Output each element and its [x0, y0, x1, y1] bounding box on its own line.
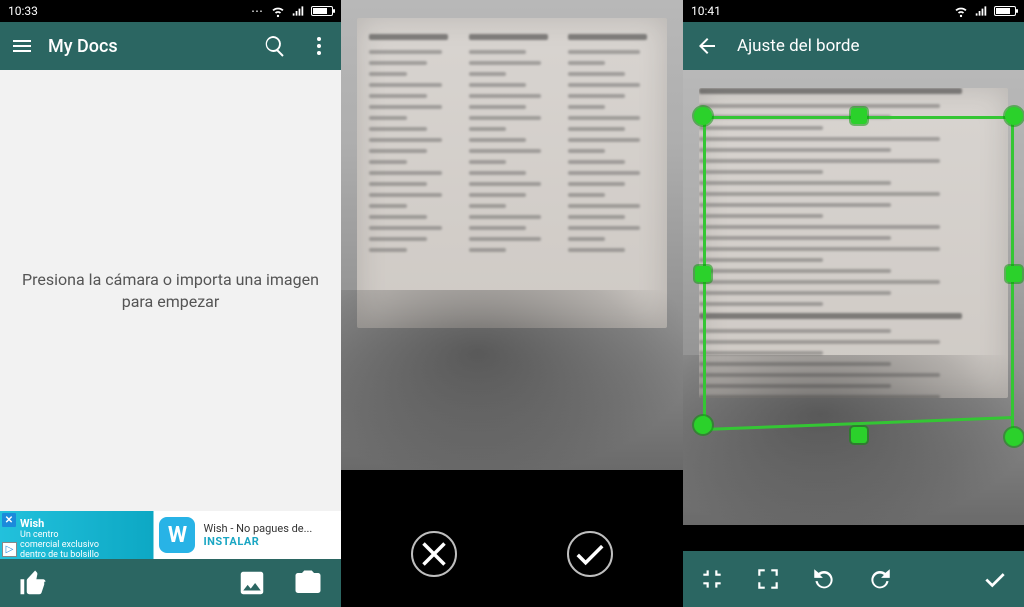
crop-handle-bottom-right[interactable] — [1005, 428, 1023, 446]
cellular-dots-icon: ⋯ — [251, 4, 265, 18]
crop-handle-bottom-left[interactable] — [694, 416, 712, 434]
crop-handle-right-mid[interactable] — [1006, 266, 1022, 282]
status-bar: 10:33 ⋯ — [0, 0, 341, 22]
exit-fullscreen-icon[interactable] — [699, 566, 725, 592]
wifi-icon — [954, 4, 968, 18]
fullscreen-icon[interactable] — [755, 566, 781, 592]
menu-icon[interactable] — [10, 34, 34, 58]
ad-banner[interactable]: ✕ ▷ Wish Un centro comercial exclusivo d… — [0, 511, 341, 559]
ad-banner-right: W Wish - No pagues de... INSTALAR — [153, 517, 341, 553]
status-time: 10:33 — [8, 4, 38, 18]
empty-state-message: Presiona la cámara o importa una imagen … — [0, 70, 341, 511]
crop-handle-left-mid[interactable] — [695, 266, 711, 282]
crop-handle-top-left[interactable] — [694, 107, 712, 125]
crop-handle-top-mid[interactable] — [851, 108, 867, 124]
thumbs-up-icon[interactable] — [18, 568, 48, 598]
status-time: 10:41 — [691, 4, 721, 18]
signal-icon — [974, 4, 988, 18]
camera-preview — [341, 0, 683, 470]
ad-choices-icon[interactable]: ▷ — [2, 542, 17, 557]
screen-camera-capture — [341, 0, 683, 607]
ad-tagline-1: Un centro — [20, 530, 149, 540]
camera-icon[interactable] — [293, 568, 323, 598]
ad-app-logo: W — [159, 517, 195, 553]
rotate-left-icon[interactable] — [811, 566, 837, 592]
battery-icon — [994, 6, 1016, 16]
appbar-title: Ajuste del borde — [737, 36, 860, 56]
crop-preview — [683, 70, 1024, 525]
ad-app-title: Wish - No pagues de... — [203, 522, 312, 535]
appbar-title: My Docs — [48, 36, 249, 57]
appbar: Ajuste del borde — [683, 22, 1024, 70]
ad-tagline-3: dentro de tu bolsillo — [20, 550, 149, 559]
ad-tagline-2: comercial exclusivo — [20, 540, 149, 550]
ad-brand: Wish — [20, 517, 149, 530]
overflow-menu-icon[interactable] — [307, 34, 331, 58]
crop-handle-top-right[interactable] — [1005, 107, 1023, 125]
wifi-icon — [271, 4, 285, 18]
crop-handle-bottom-mid[interactable] — [851, 427, 867, 443]
bottom-toolbar — [0, 559, 341, 607]
confirm-crop-icon[interactable] — [982, 566, 1008, 592]
edge-adjust-toolbar — [683, 551, 1024, 607]
search-icon[interactable] — [263, 34, 287, 58]
battery-icon — [311, 6, 333, 16]
back-icon[interactable] — [695, 34, 719, 58]
screen-edge-adjust: 10:41 Ajuste del borde — [683, 0, 1024, 607]
rotate-right-icon[interactable] — [867, 566, 893, 592]
ad-close-icon[interactable]: ✕ — [2, 513, 16, 527]
ad-install-button[interactable]: INSTALAR — [203, 535, 312, 548]
screen-my-docs: 10:33 ⋯ My Docs — [0, 0, 341, 607]
accept-capture-button[interactable] — [567, 531, 613, 577]
ad-banner-left: ✕ ▷ Wish Un centro comercial exclusivo d… — [0, 511, 153, 559]
signal-icon — [291, 4, 305, 18]
cancel-capture-button[interactable] — [411, 531, 457, 577]
capture-action-bar — [341, 470, 683, 607]
gallery-import-icon[interactable] — [237, 568, 267, 598]
captured-document — [357, 18, 667, 328]
crop-frame[interactable] — [703, 116, 1014, 431]
status-bar: 10:41 — [683, 0, 1024, 22]
appbar: My Docs — [0, 22, 341, 70]
